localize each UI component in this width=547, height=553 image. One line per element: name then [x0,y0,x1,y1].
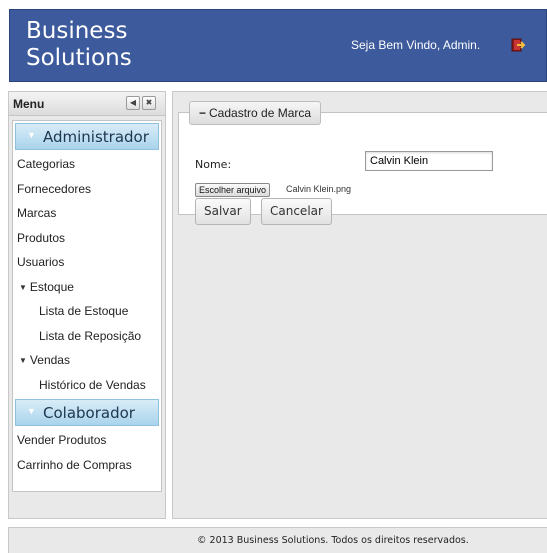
app-header: Business Solutions Seja Bem Vindo, Admin… [9,9,547,82]
section-colaborador[interactable]: ▼ Colaborador [15,399,159,426]
logout-icon[interactable] [511,38,526,52]
section-label: Administrador [43,128,149,146]
sidebar-item-historico-vendas[interactable]: Histórico de Vendas [13,373,161,398]
menu-body: ▼ Administrador Categorias Fornecedores … [12,120,162,492]
chevron-down-icon: ▼ [27,406,36,416]
chevron-down-icon: ▼ [27,130,36,140]
cancel-button[interactable]: Cancelar [261,198,332,225]
section-label: Colaborador [43,404,135,422]
nome-label: Nome: [195,158,232,171]
copyright-text: © 2013 Business Solutions. Todos os dire… [197,535,469,546]
form-legend-toggle[interactable]: − Cadastro de Marca [189,101,322,125]
sidebar-item-produtos[interactable]: Produtos [13,226,161,251]
main-panel: −Cadastro de Marca Nome: Escolher arquiv… [172,91,547,519]
sidebar-menu: Menu ◀ ✖ ▼ Administrador Categorias Forn… [8,91,166,519]
sidebar-item-marcas[interactable]: Marcas [13,201,161,226]
group-label: Vendas [29,353,70,367]
choose-file-button[interactable]: Escolher arquivo [195,183,271,197]
sidebar-item-carrinho-compras[interactable]: Carrinho de Compras [13,453,161,478]
brand-line-1: Business [26,18,128,44]
sidebar-item-fornecedores[interactable]: Fornecedores [13,177,161,202]
legend-label: Cadastro de Marca [209,106,312,120]
sidebar-item-categorias[interactable]: Categorias [13,152,161,177]
close-icon[interactable]: ✖ [142,96,156,110]
group-label: Estoque [29,279,74,294]
sidebar-item-usuarios[interactable]: Usuarios [13,250,161,275]
section-administrador[interactable]: ▼ Administrador [15,123,159,150]
triangle-down-icon: ▼ [19,282,27,292]
triangle-down-icon: ▼ [19,356,27,365]
save-button[interactable]: Salvar [195,198,251,225]
selected-file-name: Calvin Klein.png [286,184,352,194]
brand-line-2: Solutions [26,45,132,71]
cadastro-marca-form: −Cadastro de Marca Nome: Escolher arquiv… [178,101,547,225]
menu-title: Menu [13,97,45,111]
sidebar-group-vendas[interactable]: ▼ Vendas [13,348,161,373]
brand-logo: Business Solutions [26,18,132,72]
collapse-left-icon[interactable]: ◀ [126,96,140,110]
sidebar-item-lista-estoque[interactable]: Lista de Estoque [13,299,161,324]
nome-input[interactable] [365,151,493,171]
page-footer: © 2013 Business Solutions. Todos os dire… [8,527,547,553]
menu-header: Menu ◀ ✖ [9,92,165,116]
sidebar-item-vender-produtos[interactable]: Vender Produtos [13,428,161,453]
sidebar-item-lista-reposicao[interactable]: Lista de Reposição [13,324,161,349]
welcome-message: Seja Bem Vindo, Admin. [351,38,481,52]
collapse-minus-icon: − [199,106,207,120]
sidebar-group-estoque[interactable]: ▼ Estoque [13,275,161,300]
